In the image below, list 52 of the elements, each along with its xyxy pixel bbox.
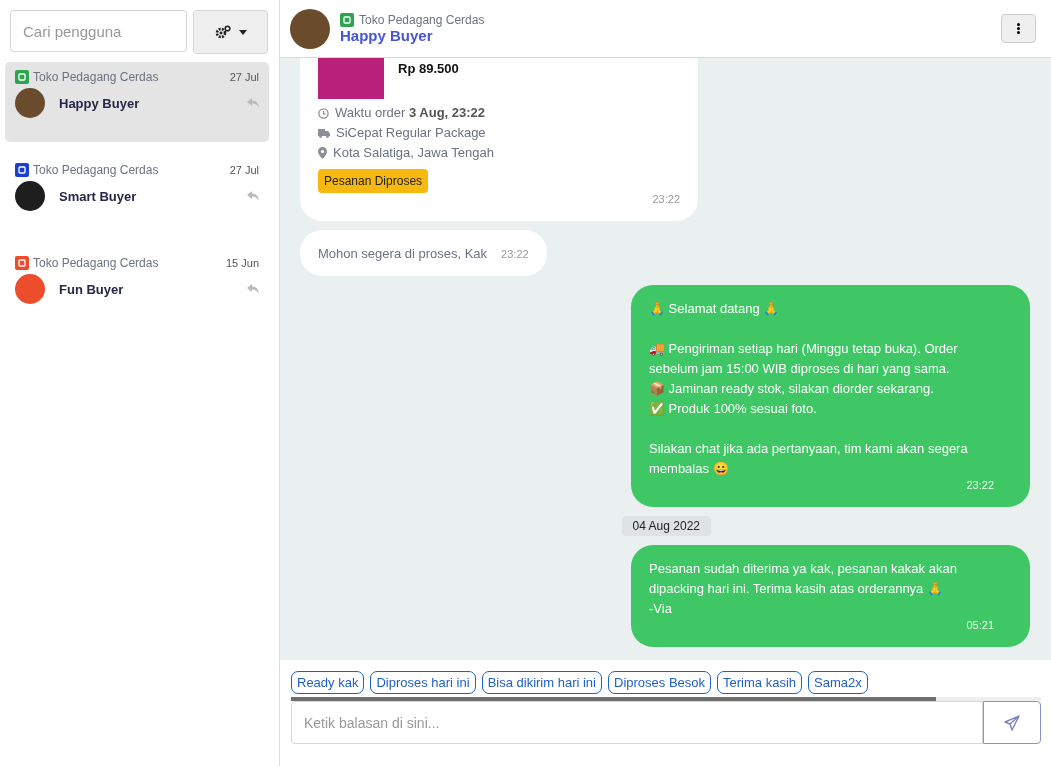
quick-reply-chip[interactable]: Diproses Besok	[608, 671, 712, 694]
more-options-button[interactable]	[1001, 14, 1036, 43]
caret-icon	[238, 29, 247, 35]
settings-dropdown-button[interactable]	[193, 10, 268, 54]
message-text: Pesanan sudah diterima ya kak, pesanan kakak akan dipacking hari ini. Terima kasih atas orderannya 🙏 -Via	[649, 560, 958, 618]
buyer-name: Happy Buyer	[59, 95, 141, 111]
order-status-badge: Pesanan Diproses	[318, 169, 429, 193]
message-time: 23:22	[965, 478, 994, 493]
conversation-date: 27 Jul	[229, 164, 259, 176]
product-price: Rp 89.500	[398, 60, 459, 78]
reply-field[interactable]: Ketik balasan di sini...	[291, 701, 983, 744]
courier-name: SiCepat Regular Package	[336, 124, 486, 142]
message-text: Mohon segera di proses, Kak	[318, 245, 488, 263]
store-name: Toko Pedagang Cerdas	[33, 70, 160, 84]
message-time: 05:21	[965, 618, 994, 633]
send-button[interactable]	[983, 701, 1041, 744]
store-name: Toko Pedagang Cerdas	[33, 256, 160, 270]
reply-icon	[247, 98, 259, 108]
conversation-date: 27 Jul	[229, 71, 259, 83]
date-separator: 04 Aug 2022	[621, 516, 711, 536]
avatar-photo	[15, 274, 45, 304]
quick-reply-chip[interactable]: Bisa dikirim hari ini	[481, 671, 602, 694]
avatar-photo	[290, 8, 330, 49]
order-time: Waktu order 3 Aug, 23:22	[335, 104, 486, 122]
buyer-name: Smart Buyer	[59, 188, 138, 204]
quick-reply-chip[interactable]: Diproses hari ini	[370, 671, 476, 694]
quick-reply-chip[interactable]: Sama2x	[808, 671, 868, 694]
conversation-item[interactable]: Toko Pedagang Cerdas 27 Jul Happy Buyer	[5, 62, 269, 142]
avatar-photo	[15, 88, 45, 118]
message-time: 23:22	[651, 192, 680, 207]
conversation-date: 15 Jun	[225, 257, 259, 269]
quick-reply-chip[interactable]: Terima kasih	[717, 671, 802, 694]
message-text: 🙏 Selamat datang 🙏 🚚 Pengiriman setiap hari (Minggu tetap buka). Order sebelum jam 15:00 WIB diproses di hari yang sama. 📦 Jaminan ready stok, silakan diorder sekarang. ✅ Produk 100% sesuai foto. Silakan chat jika ada pertanyaan, tim kami akan segera membalas 😀	[649, 300, 969, 478]
send-icon	[1004, 714, 1020, 731]
message-time: 23:22	[501, 247, 529, 262]
delivery-location: Kota Salatiga, Jawa Tengah	[333, 144, 494, 162]
store-name: Toko Pedagang Cerdas	[33, 163, 160, 177]
reply-icon	[247, 191, 259, 201]
clock-icon	[318, 107, 329, 119]
settings-icon	[214, 25, 231, 39]
conversation-item[interactable]: Toko Pedagang Cerdas 15 Jun Fun Buyer	[5, 248, 269, 328]
quick-reply-chip[interactable]: Ready kak	[291, 671, 365, 694]
more-icon	[1017, 23, 1020, 34]
truck-icon	[318, 128, 330, 138]
buyer-name: Fun Buyer	[59, 281, 125, 297]
store-name: Toko Pedagang Cerdas	[359, 13, 485, 27]
buyer-name: Happy Buyer	[340, 27, 434, 44]
location-pin-icon	[318, 147, 327, 159]
avatar-photo	[15, 181, 45, 211]
conversation-item[interactable]: Toko Pedagang Cerdas 27 Jul Smart Buyer	[5, 155, 269, 235]
search-field[interactable]: Cari pengguna	[10, 10, 187, 52]
reply-icon	[247, 284, 259, 294]
